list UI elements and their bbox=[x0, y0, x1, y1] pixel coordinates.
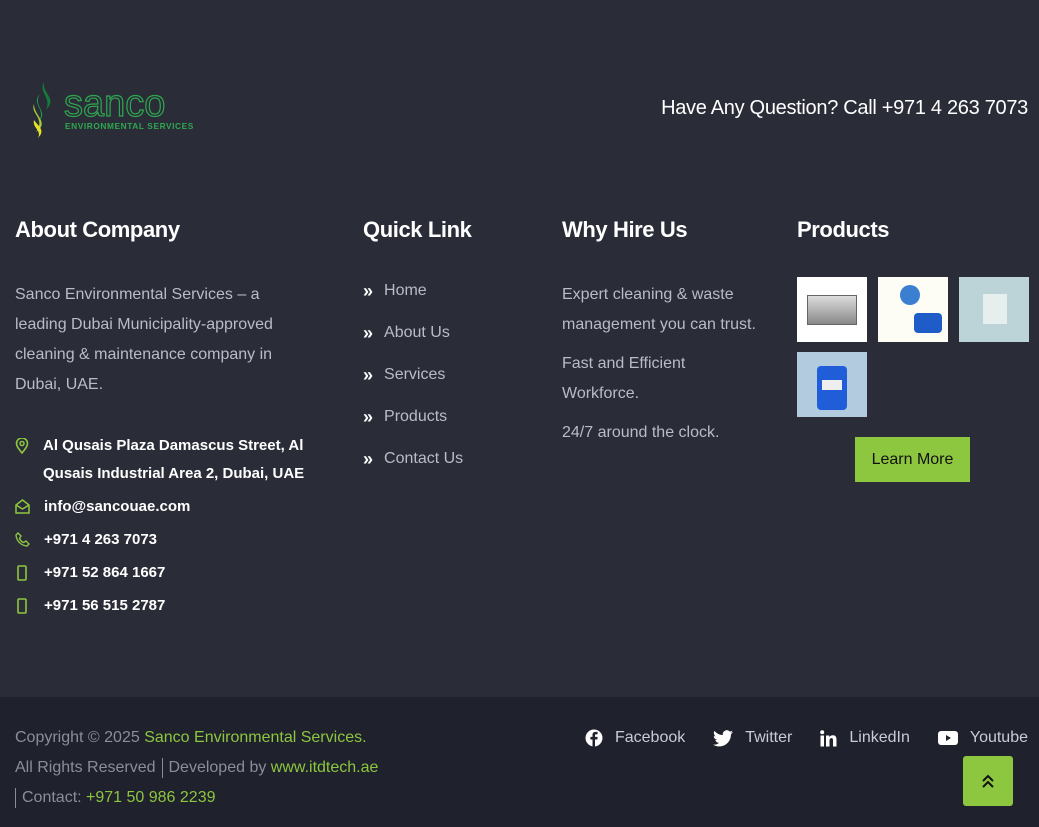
company-link[interactable]: Sanco Environmental Services. bbox=[144, 729, 366, 746]
quick-links: » Home » About Us » Services » Products » Con… bbox=[363, 280, 463, 490]
svg-text:sanco: sanco bbox=[64, 83, 165, 125]
mobile-icon bbox=[17, 598, 27, 614]
mobile-1[interactable]: +971 52 864 1667 bbox=[15, 559, 335, 587]
facebook-link[interactable]: Facebook bbox=[585, 729, 685, 747]
mobile-icon bbox=[17, 565, 27, 581]
scroll-to-top-button[interactable] bbox=[963, 756, 1013, 806]
product-dosing-pump[interactable] bbox=[878, 277, 948, 342]
mobile-2[interactable]: +971 56 515 2787 bbox=[15, 592, 335, 620]
linkedin-icon bbox=[820, 729, 837, 746]
products-heading: Products bbox=[797, 217, 890, 242]
quick-link-heading: Quick Link bbox=[363, 217, 472, 242]
call-question: Have Any Question? Call +971 4 263 7073 bbox=[661, 97, 1028, 119]
quick-link-contact[interactable]: » Contact Us bbox=[363, 448, 463, 470]
chevrons-right-icon: » bbox=[363, 407, 374, 427]
bottom-bar: Copyright © 2025 Sanco Environmental Ser… bbox=[0, 697, 1039, 827]
svg-text:ENVIRONMENTAL SERVICES: ENVIRONMENTAL SERVICES bbox=[65, 121, 194, 131]
phone-icon bbox=[15, 532, 30, 547]
contact-phone-link[interactable]: +971 50 986 2239 bbox=[86, 789, 215, 806]
linkedin-link[interactable]: LinkedIn bbox=[820, 729, 910, 747]
quick-link-about[interactable]: » About Us bbox=[363, 322, 463, 344]
chevrons-right-icon: » bbox=[363, 323, 374, 343]
twitter-link[interactable]: Twitter bbox=[713, 729, 792, 747]
product-cabinet[interactable] bbox=[959, 277, 1029, 342]
chevrons-right-icon: » bbox=[363, 365, 374, 385]
youtube-icon bbox=[937, 731, 958, 745]
email[interactable]: info@sancouae.com bbox=[15, 493, 335, 521]
developer-link[interactable]: www.itdtech.ae bbox=[271, 759, 379, 776]
social-links: Facebook Twitter LinkedIn Youtube bbox=[585, 729, 1028, 747]
quick-link-home[interactable]: » Home bbox=[363, 280, 463, 302]
why-hire-list: Expert cleaning & waste management you c… bbox=[562, 286, 756, 441]
address: Al Qusais Plaza Damascus Street, Al Qusa… bbox=[15, 432, 335, 488]
envelope-open-icon bbox=[15, 499, 30, 514]
youtube-link[interactable]: Youtube bbox=[937, 729, 1028, 747]
why-hire-heading: Why Hire Us bbox=[562, 217, 688, 242]
double-chevron-up-icon bbox=[982, 774, 994, 788]
product-gallery bbox=[797, 277, 1032, 417]
chevrons-right-icon: » bbox=[363, 281, 374, 301]
logo[interactable]: sanco ENVIRONMENTAL SERVICES bbox=[28, 80, 208, 145]
product-grease-trap[interactable] bbox=[797, 277, 867, 342]
about-text: Sanco Environmental Services – a leading… bbox=[15, 286, 273, 393]
quick-link-products[interactable]: » Products bbox=[363, 406, 463, 428]
phone[interactable]: +971 4 263 7073 bbox=[15, 526, 335, 554]
facebook-icon bbox=[585, 729, 603, 747]
about-heading: About Company bbox=[15, 217, 180, 242]
contact-list: Al Qusais Plaza Damascus Street, Al Qusa… bbox=[15, 432, 335, 625]
product-chemical-drum[interactable] bbox=[797, 352, 867, 417]
map-pin-icon bbox=[15, 438, 29, 454]
copyright: Copyright © 2025 Sanco Environmental Ser… bbox=[15, 729, 379, 808]
learn-more-button[interactable]: Learn More bbox=[855, 437, 970, 482]
chevrons-right-icon: » bbox=[363, 449, 374, 469]
twitter-icon bbox=[713, 729, 734, 746]
quick-link-services[interactable]: » Services bbox=[363, 364, 463, 386]
